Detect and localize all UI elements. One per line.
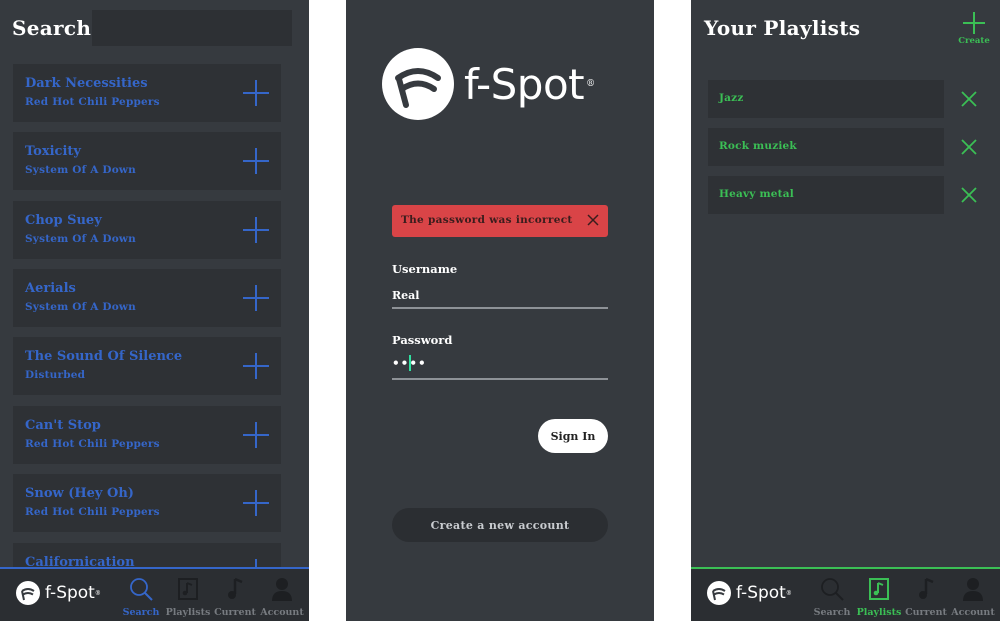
music-note-icon xyxy=(228,577,243,599)
tab-search[interactable]: Search xyxy=(118,573,164,619)
song-artist: System Of A Down xyxy=(25,164,136,176)
delete-playlist-icon[interactable] xyxy=(961,187,977,203)
song-artist: System Of A Down xyxy=(25,301,136,313)
song-artist: Disturbed xyxy=(25,369,86,381)
login-screen: f-Spot ® The password was incorrect Usern… xyxy=(346,0,654,621)
tab-account[interactable]: Account xyxy=(950,573,996,619)
user-icon xyxy=(272,578,292,601)
tab-bar: f-Spot ® Search Playlists Current Account xyxy=(0,567,309,621)
fspot-logo-icon xyxy=(16,581,40,605)
playlists-screen: Your Playlists Create Jazz Rock muziek H… xyxy=(691,0,1000,621)
search-screen: Search Dark Necessities Red Hot Chili Pe… xyxy=(0,0,309,621)
song-title: Chop Suey xyxy=(25,213,102,228)
song-artist: Red Hot Chili Peppers xyxy=(25,506,160,518)
search-icon xyxy=(130,578,153,601)
song-artist: System Of A Down xyxy=(25,233,136,245)
song-title: Toxicity xyxy=(25,144,81,159)
create-playlist-button[interactable]: Create xyxy=(956,12,992,52)
song-artist: Red Hot Chili Peppers xyxy=(25,96,160,108)
song-title: Aerials xyxy=(25,281,76,296)
tab-current[interactable]: Current xyxy=(903,573,949,619)
playlist-name: Jazz xyxy=(719,92,744,104)
search-title: Search xyxy=(12,16,92,40)
song-item[interactable]: Dark Necessities Red Hot Chili Peppers xyxy=(13,64,281,122)
tab-playlists[interactable]: Playlists xyxy=(165,573,211,619)
username-label: Username xyxy=(392,262,458,276)
add-song-icon[interactable] xyxy=(243,422,269,448)
plus-icon xyxy=(963,12,985,34)
song-title: Dark Necessities xyxy=(25,76,148,91)
song-item[interactable]: Toxicity System Of A Down xyxy=(13,132,281,190)
brand-name: f-Spot xyxy=(736,583,786,603)
username-field[interactable] xyxy=(392,283,608,309)
tab-bar: f-Spot ® Search Playlists Current Account xyxy=(691,567,1000,621)
add-song-icon[interactable] xyxy=(243,490,269,516)
playlist-item[interactable]: Heavy metal xyxy=(708,176,944,214)
error-message: The password was incorrect xyxy=(401,214,573,226)
text-caret xyxy=(409,355,411,371)
brand-name: f-Spot xyxy=(45,583,95,603)
fspot-logo-icon xyxy=(707,581,731,605)
delete-playlist-icon[interactable] xyxy=(961,91,977,107)
song-title: Snow (Hey Oh) xyxy=(25,486,134,501)
search-input[interactable] xyxy=(92,10,292,46)
close-icon[interactable] xyxy=(586,213,600,227)
tab-playlists[interactable]: Playlists xyxy=(856,573,902,619)
fspot-logo-icon xyxy=(382,48,454,120)
brand-logo: f-Spot ® xyxy=(16,581,101,605)
playlists-title: Your Playlists xyxy=(704,16,861,40)
song-artist: Red Hot Chili Peppers xyxy=(25,438,160,450)
brand-name: f-Spot xyxy=(464,59,585,109)
song-title: Can't Stop xyxy=(25,418,101,433)
song-item[interactable]: Chop Suey System Of A Down xyxy=(13,201,281,259)
user-icon xyxy=(963,578,983,601)
tab-account[interactable]: Account xyxy=(259,573,305,619)
song-item[interactable]: The Sound Of Silence Disturbed xyxy=(13,337,281,395)
playlist-item[interactable]: Rock muziek xyxy=(708,128,944,166)
add-song-icon[interactable] xyxy=(243,353,269,379)
brand-logo: f-Spot ® xyxy=(707,581,792,605)
song-item[interactable]: Can't Stop Red Hot Chili Peppers xyxy=(13,406,281,464)
song-item[interactable]: Aerials System Of A Down xyxy=(13,269,281,327)
search-icon xyxy=(821,578,844,601)
playlist-icon xyxy=(869,578,889,600)
song-title: The Sound Of Silence xyxy=(25,349,183,364)
playlist-name: Heavy metal xyxy=(719,188,794,200)
tab-search[interactable]: Search xyxy=(809,573,855,619)
add-song-icon[interactable] xyxy=(243,80,269,106)
error-alert: The password was incorrect xyxy=(392,205,608,237)
music-note-icon xyxy=(919,577,934,599)
create-account-button[interactable]: Create a new account xyxy=(392,508,608,542)
sign-in-button[interactable]: Sign In xyxy=(538,419,608,453)
brand-logo-large: f-Spot ® xyxy=(382,48,595,120)
password-field[interactable]: •••• xyxy=(392,352,608,380)
playlist-icon xyxy=(178,578,198,600)
add-song-icon[interactable] xyxy=(243,285,269,311)
song-item[interactable]: Snow (Hey Oh) Red Hot Chili Peppers xyxy=(13,474,281,532)
playlist-name: Rock muziek xyxy=(719,140,797,152)
delete-playlist-icon[interactable] xyxy=(961,139,977,155)
playlist-item[interactable]: Jazz xyxy=(708,80,944,118)
password-label: Password xyxy=(392,333,453,347)
add-song-icon[interactable] xyxy=(243,217,269,243)
tab-current[interactable]: Current xyxy=(212,573,258,619)
add-song-icon[interactable] xyxy=(243,148,269,174)
